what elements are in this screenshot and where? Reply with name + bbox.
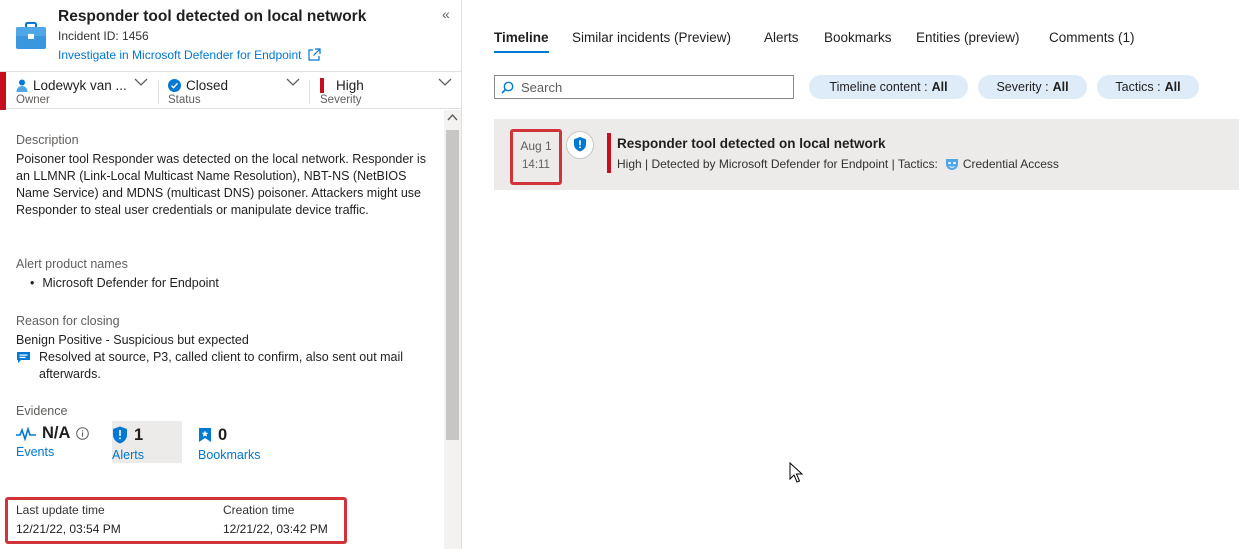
tab-timeline[interactable]: Timeline: [494, 30, 549, 53]
creation-time-value: 12/21/22, 03:42 PM: [223, 522, 328, 536]
comment-icon: [17, 352, 30, 363]
description-label: Description: [16, 133, 79, 147]
events-label: Events: [16, 445, 55, 459]
filter-severity[interactable]: Severity : All: [978, 75, 1087, 99]
timeline-date: Aug 1 14:11: [510, 129, 562, 185]
incident-header: Responder tool detected on local network…: [0, 0, 461, 70]
person-icon: [16, 79, 28, 92]
filter-label: Severity :: [996, 80, 1049, 94]
briefcase-icon: [16, 22, 46, 49]
investigate-link[interactable]: Investigate in Microsoft Defender for En…: [58, 48, 322, 62]
external-link-icon: [308, 48, 322, 61]
owner-label: Owner: [16, 94, 50, 106]
timeline-date-time: 14:11: [522, 159, 550, 171]
bookmarks-label: Bookmarks: [198, 448, 261, 462]
filter-label: Tactics :: [1115, 80, 1161, 94]
scrollbar-thumb[interactable]: [446, 130, 459, 440]
last-update-label: Last update time: [16, 503, 105, 517]
chevron-down-icon[interactable]: [134, 77, 148, 87]
closing-comment-text: Resolved at source, P3, called client to…: [39, 350, 404, 381]
filter-label: Timeline content :: [829, 80, 928, 94]
investigate-link-label[interactable]: Investigate in Microsoft Defender for En…: [58, 48, 301, 62]
filter-value: All: [931, 80, 948, 94]
filter-value: All: [1052, 80, 1069, 94]
alert-product-item: Microsoft Defender for Endpoint: [30, 276, 218, 290]
last-update-value: 12/21/22, 03:54 PM: [16, 522, 121, 536]
incident-id: Incident ID: 1456: [58, 29, 149, 43]
reason-text: Benign Positive - Suspicious but expecte…: [16, 333, 249, 347]
evidence-events[interactable]: N/A Events: [16, 421, 96, 463]
tactic-name: Credential Access: [962, 157, 1059, 171]
bookmark-icon: [199, 428, 211, 442]
divider: [309, 80, 310, 104]
timeline-date-day: Aug 1: [520, 139, 552, 153]
severity-indicator: [0, 72, 6, 110]
timeline-item-subtitle: High | Detected by Microsoft Defender fo…: [617, 157, 1059, 171]
pulse-icon: [16, 426, 36, 441]
incident-details-pane: Responder tool detected on local network…: [0, 0, 462, 549]
search-input[interactable]: [521, 79, 781, 95]
filter-tactics[interactable]: Tactics : All: [1097, 75, 1199, 99]
evidence-bookmarks[interactable]: 0 Bookmarks: [198, 421, 278, 463]
tab-alerts[interactable]: Alerts: [764, 30, 799, 51]
severity-value: High: [336, 77, 364, 93]
chevron-down-icon[interactable]: [438, 77, 452, 87]
closing-comment: Resolved at source, P3, called client to…: [16, 349, 436, 383]
tab-comments[interactable]: Comments (1): [1049, 30, 1135, 51]
check-circle-icon: [168, 78, 181, 92]
owner-value: Lodewyk van ...: [33, 77, 127, 93]
pointer-cursor: [789, 462, 803, 483]
timeline-search[interactable]: [494, 75, 794, 99]
chevron-down-icon[interactable]: [286, 77, 300, 87]
reason-label: Reason for closing: [16, 314, 120, 328]
filter-timeline-content[interactable]: Timeline content : All: [809, 75, 968, 99]
evidence-label: Evidence: [16, 404, 68, 418]
collapse-icon[interactable]: «: [442, 6, 450, 22]
creation-time-label: Creation time: [223, 503, 295, 517]
timeline-item[interactable]: Aug 1 14:11 Responder tool detected on l…: [494, 119, 1239, 190]
shield-alert-icon: [574, 137, 586, 152]
alerts-count: 1: [134, 425, 144, 444]
tab-bookmarks[interactable]: Bookmarks: [824, 30, 892, 51]
evidence-alerts[interactable]: 1 Alerts: [112, 421, 182, 463]
filter-value: All: [1164, 80, 1181, 94]
description-text: Poisoner tool Responder was detected on …: [16, 152, 426, 217]
timeline-item-title[interactable]: Responder tool detected on local network: [617, 136, 886, 151]
severity-bar-icon: [320, 77, 324, 93]
incident-title: Responder tool detected on local network: [58, 8, 367, 25]
bookmarks-count: 0: [218, 425, 228, 444]
search-icon: [501, 81, 514, 94]
status-label: Status: [168, 94, 201, 106]
info-icon[interactable]: [76, 427, 90, 440]
severity-indicator: [607, 133, 611, 173]
severity-label: Severity: [320, 94, 362, 106]
tab-similar-incidents[interactable]: Similar incidents (Preview): [572, 30, 731, 51]
shield-alert-icon: [113, 426, 127, 444]
alerts-label: Alerts: [112, 448, 144, 462]
timeline-item-details: High | Detected by Microsoft Defender fo…: [617, 157, 938, 171]
severity-dropdown[interactable]: High Severity: [320, 76, 440, 108]
incident-properties-bar: Lodewyk van ... Owner Closed Status High: [0, 71, 461, 110]
mask-icon: [945, 158, 958, 170]
scroll-up-icon[interactable]: [447, 113, 458, 121]
incident-times-box: Last update time 12/21/22, 03:54 PM Crea…: [5, 497, 347, 544]
events-count: N/A: [42, 424, 71, 442]
alert-type-icon: [566, 131, 594, 159]
tab-entities[interactable]: Entities (preview): [916, 30, 1020, 51]
divider: [158, 80, 159, 104]
status-value: Closed: [186, 77, 229, 93]
owner-dropdown[interactable]: Lodewyk van ... Owner: [16, 76, 151, 108]
vertical-scrollbar[interactable]: [444, 110, 461, 549]
alert-products-label: Alert product names: [16, 257, 128, 271]
status-dropdown[interactable]: Closed Status: [168, 76, 293, 108]
